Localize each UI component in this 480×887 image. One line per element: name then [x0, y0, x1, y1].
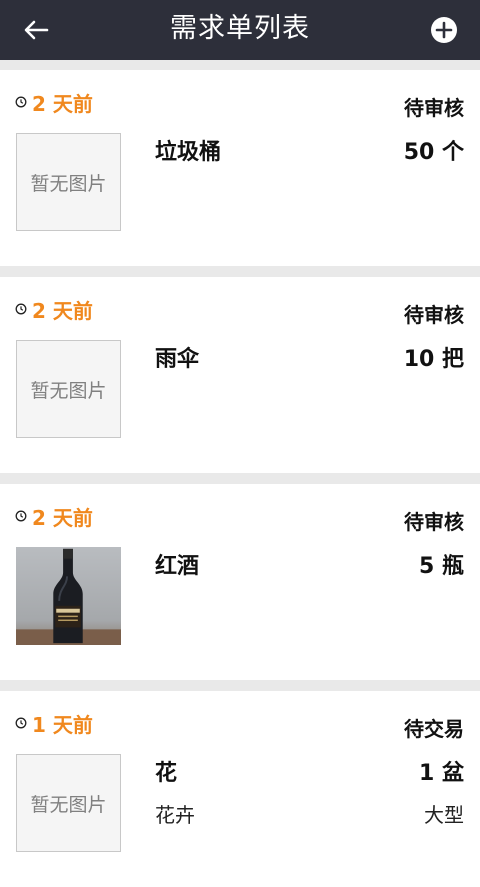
- time-label: 2 天前: [15, 296, 93, 323]
- item-quantity: 1 盆: [419, 761, 464, 786]
- item-name: 花: [155, 761, 178, 786]
- image-placeholder: 暂无图片: [16, 340, 121, 438]
- time-text: 1 天前: [32, 712, 93, 737]
- clock-icon: [15, 303, 27, 315]
- time-text: 2 天前: [32, 505, 93, 530]
- clock-icon: [15, 96, 27, 108]
- time-text: 2 天前: [32, 298, 93, 323]
- item-name: 雨伞: [155, 347, 200, 372]
- image-placeholder: 暂无图片: [16, 754, 121, 852]
- clock-icon: [15, 510, 27, 522]
- list-item[interactable]: 2 天前 待审核 红酒 5 瓶: [0, 484, 480, 680]
- image-placeholder: 暂无图片: [16, 133, 121, 231]
- plus-circle-icon: [431, 17, 457, 43]
- clock-icon: [15, 717, 27, 729]
- item-size: 大型: [424, 803, 464, 827]
- time-label: 2 天前: [15, 503, 93, 530]
- item-name: 红酒: [155, 554, 200, 579]
- list-item[interactable]: 2 天前 待审核 暂无图片 雨伞 10 把: [0, 277, 480, 473]
- status-label: 待审核: [404, 303, 464, 327]
- page-title: 需求单列表: [170, 13, 310, 44]
- list-item[interactable]: 2 天前 待审核 暂无图片 垃圾桶 50 个: [0, 70, 480, 266]
- item-quantity: 5 瓶: [419, 554, 464, 579]
- wine-bottle-image: [16, 547, 121, 645]
- status-label: 待审核: [404, 96, 464, 120]
- time-text: 2 天前: [32, 91, 93, 116]
- add-button[interactable]: [424, 10, 464, 50]
- item-category: 花卉: [155, 803, 195, 827]
- list-item[interactable]: 1 天前 待交易 暂无图片 花 1 盆 花卉 大型: [0, 691, 480, 887]
- status-label: 待交易: [404, 717, 464, 741]
- wine-bottle-photo: [16, 547, 121, 645]
- status-label: 待审核: [404, 510, 464, 534]
- header-bar: 需求单列表: [0, 0, 480, 60]
- item-name: 垃圾桶: [155, 140, 222, 165]
- item-quantity: 10 把: [403, 347, 464, 372]
- time-label: 1 天前: [15, 710, 93, 737]
- time-label: 2 天前: [15, 89, 93, 116]
- item-quantity: 50 个: [403, 140, 464, 165]
